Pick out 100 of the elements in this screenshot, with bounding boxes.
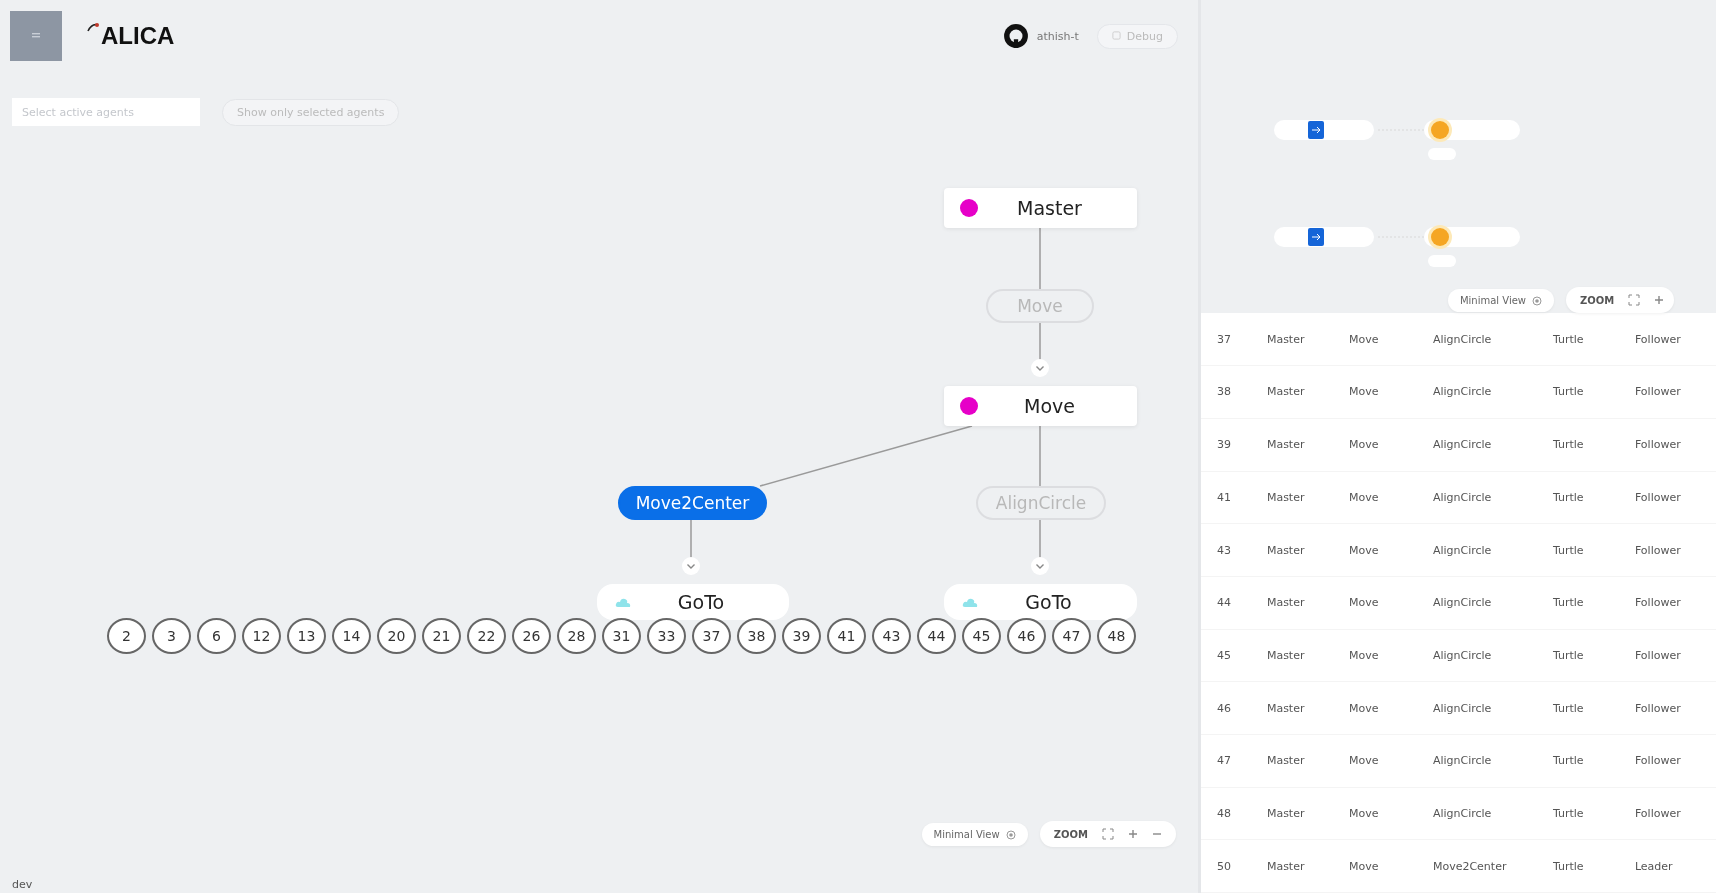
table-cell-text: Move	[1348, 385, 1380, 399]
table-cell-text: 37	[1215, 332, 1232, 346]
table-cell-text: 45	[1215, 648, 1232, 662]
fit-screen-icon[interactable]	[1628, 294, 1641, 306]
environment-label: dev	[12, 878, 33, 891]
table-cell-text: AlignCircle	[1432, 648, 1493, 662]
agent-badge[interactable]: 46	[1007, 618, 1046, 654]
agent-badge[interactable]: 14	[332, 618, 371, 654]
agent-badge[interactable]: 44	[917, 618, 956, 654]
plus-icon[interactable]	[1654, 295, 1665, 305]
agent-select-field[interactable]: Select active agents	[12, 98, 200, 126]
agent-badge[interactable]: 6	[197, 618, 236, 654]
agent-badge[interactable]: 13	[287, 618, 326, 654]
table-cell-text: Move	[1348, 332, 1380, 346]
table-cell-text: Turtle	[1552, 490, 1585, 504]
plan-node[interactable]: Move	[944, 386, 1137, 426]
plan-dot-icon	[960, 397, 978, 415]
eye-icon	[1532, 295, 1542, 306]
agent-badge[interactable]: 22	[467, 618, 506, 654]
agent-badge[interactable]: 31	[602, 618, 641, 654]
table-cell-text: Turtle	[1552, 596, 1585, 610]
minimal-view-button[interactable]: Minimal View	[921, 822, 1028, 846]
state-node[interactable]	[1423, 225, 1520, 249]
agent-badge[interactable]: 48	[1097, 618, 1136, 654]
entry-node[interactable]	[1273, 120, 1374, 140]
table-cell-text: AlignCircle	[1432, 701, 1493, 715]
table-cell-text: Follower	[1634, 701, 1682, 715]
chevron-down-icon[interactable]	[1031, 359, 1049, 377]
table-cell-text: 47	[1215, 754, 1232, 768]
table-cell-text: Leader	[1634, 859, 1674, 873]
table-cell-text: Follower	[1634, 648, 1682, 662]
agent-badge[interactable]: 26	[512, 618, 551, 654]
agent-badge[interactable]: 2	[107, 618, 146, 654]
state-node[interactable]	[1423, 118, 1520, 142]
agent-badge[interactable]: 47	[1052, 618, 1091, 654]
behaviour-node[interactable]: GoTo	[944, 584, 1137, 620]
chevron-down-icon[interactable]	[1031, 557, 1049, 575]
agent-badge[interactable]: 3	[152, 618, 191, 654]
agent-badge[interactable]: 12	[242, 618, 281, 654]
agent-badge[interactable]: 37	[692, 618, 731, 654]
table-cell-text: Master	[1266, 438, 1306, 452]
table-cell-text: AlignCircle	[1432, 596, 1493, 610]
behaviour-node[interactable]: GoTo	[597, 584, 789, 620]
table-cell-text: Move	[1348, 543, 1380, 557]
table-cell-text: Move	[1348, 648, 1380, 662]
table-cell-text: Master	[1266, 648, 1306, 662]
table-cell-text: Follower	[1634, 438, 1682, 452]
behaviour-name: GoTo	[1024, 591, 1073, 613]
table-cell-text: Turtle	[1552, 701, 1585, 715]
table-cell-text: Master	[1266, 806, 1306, 820]
chevron-down-icon[interactable]	[682, 557, 700, 575]
plan-name: Move	[1023, 395, 1076, 417]
entry-node[interactable]	[1273, 227, 1374, 247]
table-cell-text: Master	[1266, 490, 1306, 504]
table-cell-text: Follower	[1634, 332, 1682, 346]
agent-badge[interactable]: 21	[422, 618, 461, 654]
table-cell-text: Turtle	[1552, 332, 1585, 346]
table-cell-text: 43	[1215, 543, 1232, 557]
connector-line	[1039, 425, 1041, 487]
agent-badge[interactable]: 28	[557, 618, 596, 654]
logo-text: ALICA	[101, 22, 175, 50]
eye-icon	[1005, 829, 1016, 840]
user-name[interactable]: athish-t	[1036, 29, 1079, 43]
plus-icon[interactable]	[1127, 829, 1138, 839]
agent-badge[interactable]: 20	[377, 618, 416, 654]
table-cell-text: Move	[1348, 859, 1380, 873]
table-cell-text: Move	[1348, 806, 1380, 820]
cloud-icon	[615, 596, 631, 608]
table-cell-text: Turtle	[1552, 754, 1585, 768]
agent-badge[interactable]: 43	[872, 618, 911, 654]
table-cell-text: 46	[1215, 701, 1232, 715]
table-cell-text: Turtle	[1552, 859, 1585, 873]
table-cell-text: Master	[1266, 754, 1306, 768]
minimal-view-button[interactable]: Minimal View	[1447, 288, 1554, 312]
agent-badge[interactable]: 45	[962, 618, 1001, 654]
connector-line	[690, 519, 692, 559]
connector-line	[1039, 227, 1041, 290]
connector-line	[1039, 320, 1041, 361]
table-cell-text: 41	[1215, 490, 1232, 504]
table-cell-text: Follower	[1634, 596, 1682, 610]
agent-badge[interactable]: 33	[647, 618, 686, 654]
agent-badge[interactable]: 38	[737, 618, 776, 654]
github-icon[interactable]	[1002, 23, 1029, 49]
table-cell-text: Master	[1266, 385, 1306, 399]
table-cell-text: 38	[1215, 385, 1232, 399]
table-cell-text: Move	[1348, 438, 1380, 452]
table-cell-text: Move2Center	[1432, 859, 1508, 873]
table-cell-text: Turtle	[1552, 543, 1585, 557]
state-pill[interactable]: Move2Center	[618, 486, 767, 520]
table-cell-text: 44	[1215, 596, 1232, 610]
table-cell-text: AlignCircle	[1432, 490, 1493, 504]
connector-line	[1039, 519, 1041, 559]
agent-badge[interactable]: 39	[782, 618, 821, 654]
table-cell-text: 50	[1215, 859, 1232, 873]
table-cell-text: Master	[1266, 701, 1306, 715]
table-cell-text: Turtle	[1552, 438, 1585, 452]
fit-screen-icon[interactable]	[1101, 828, 1114, 840]
agent-badge[interactable]: 41	[827, 618, 866, 654]
logo-icon	[86, 22, 100, 32]
plan-node[interactable]: Master	[944, 188, 1137, 228]
